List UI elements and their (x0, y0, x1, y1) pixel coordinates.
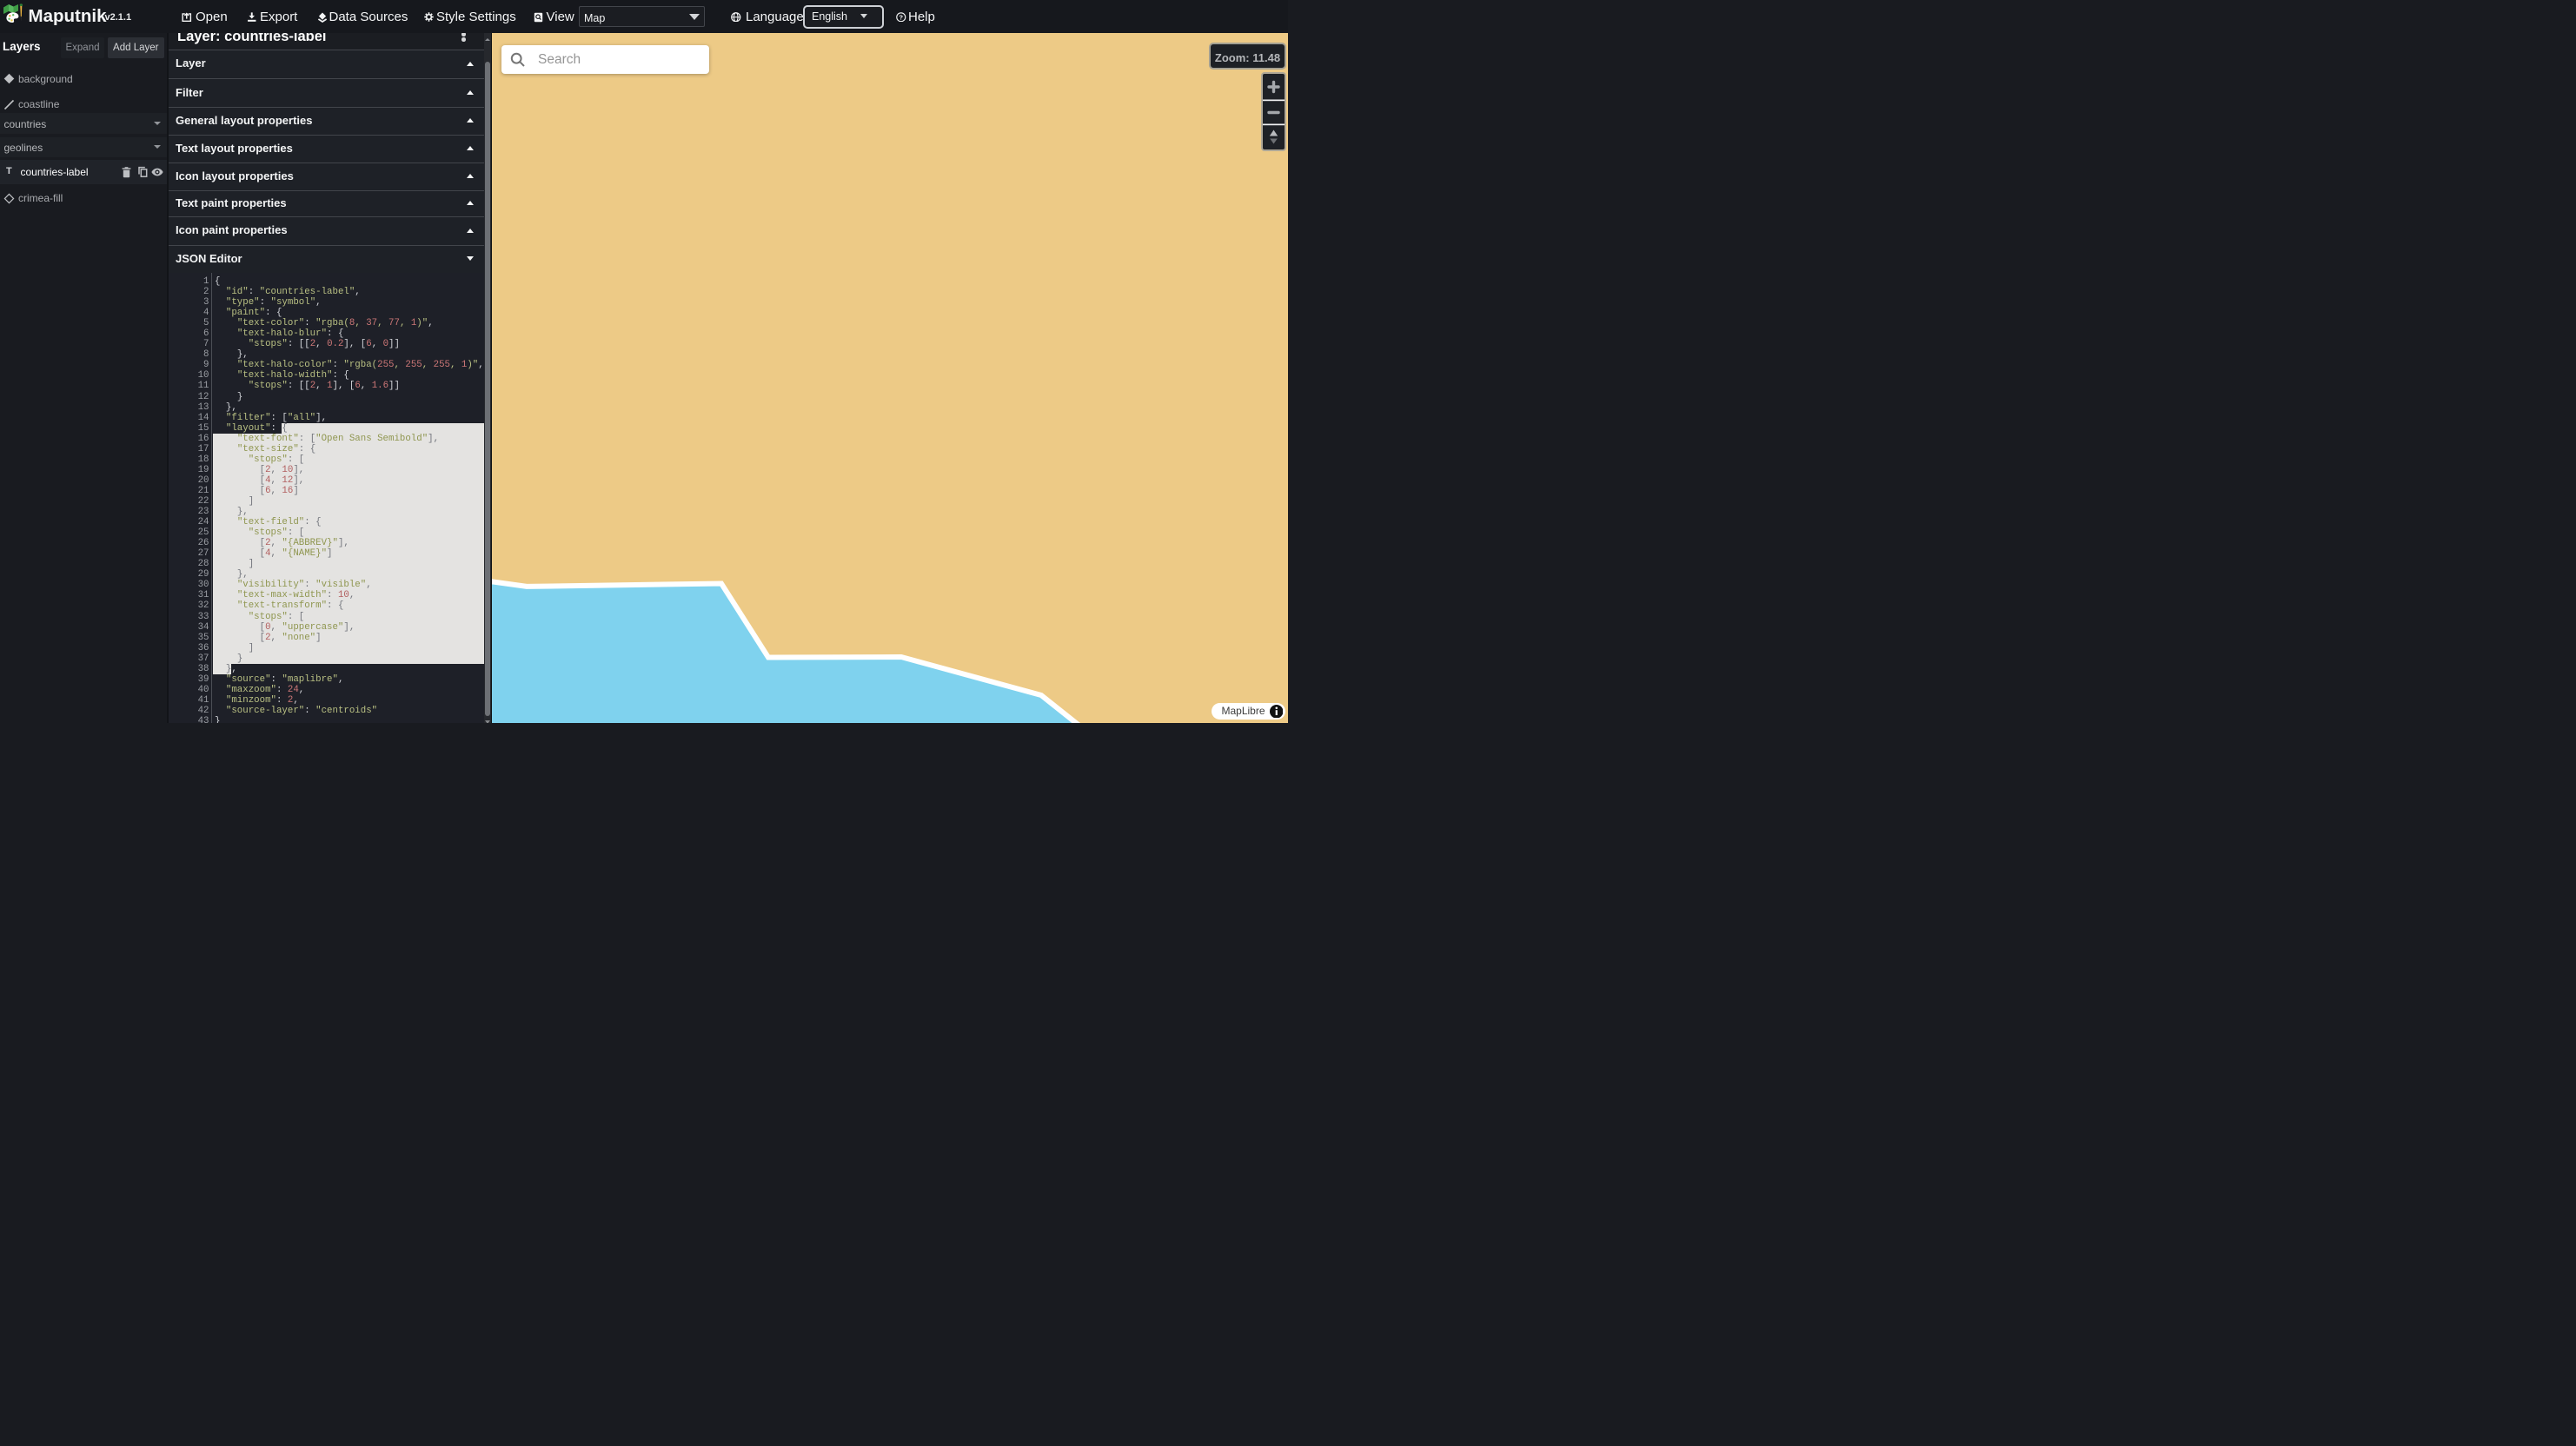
svg-text:?: ? (899, 13, 903, 21)
